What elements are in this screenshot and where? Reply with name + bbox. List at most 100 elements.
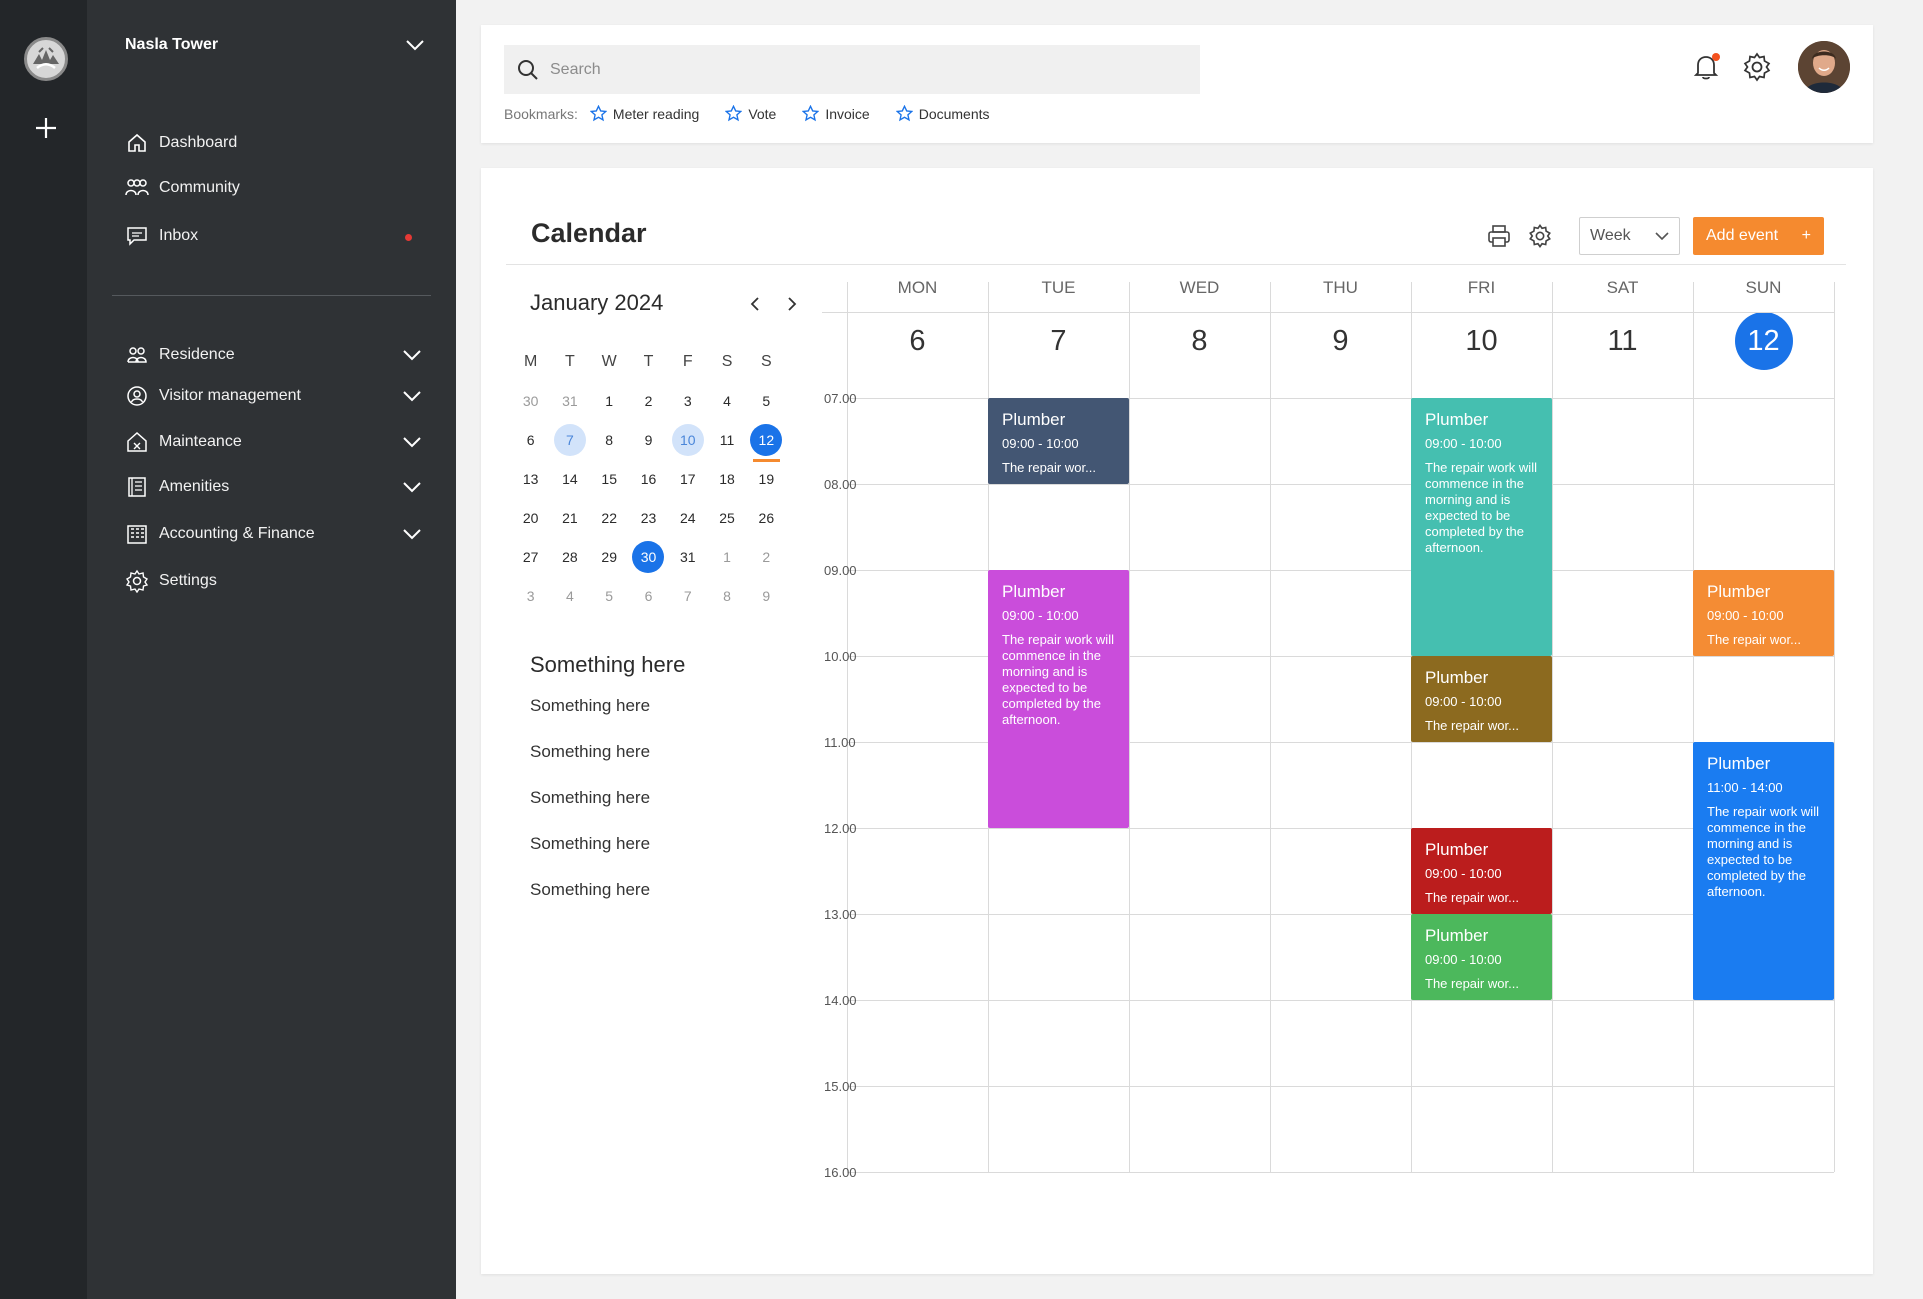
mini-calendar-day[interactable]: 3 xyxy=(511,576,550,615)
day-header[interactable]: WED 8 xyxy=(1129,258,1270,370)
mini-calendar-day[interactable]: 30 xyxy=(629,537,668,576)
print-button[interactable] xyxy=(1486,223,1512,249)
sidebar-item-accounting-finance[interactable]: Accounting & Finance xyxy=(125,519,315,549)
prev-month-button[interactable] xyxy=(741,290,769,318)
mini-calendar-day[interactable]: 25 xyxy=(707,498,746,537)
day-header[interactable]: SAT 11 xyxy=(1552,258,1693,370)
mini-calendar-day[interactable]: 28 xyxy=(550,537,589,576)
mini-calendar-day[interactable]: 31 xyxy=(550,381,589,420)
mini-calendar-day[interactable]: 5 xyxy=(590,576,629,615)
chevron-down-icon[interactable] xyxy=(400,430,424,454)
view-select[interactable]: Week xyxy=(1579,217,1680,255)
mini-calendar-day[interactable]: 24 xyxy=(668,498,707,537)
mini-calendar-day[interactable]: 18 xyxy=(707,459,746,498)
day-header[interactable]: THU 9 xyxy=(1270,258,1411,370)
mini-calendar-day[interactable]: 8 xyxy=(590,420,629,459)
sidebar-item-inbox[interactable]: Inbox xyxy=(125,221,198,251)
mini-calendar-day[interactable]: 3 xyxy=(668,381,707,420)
mini-calendar-day[interactable]: 9 xyxy=(629,420,668,459)
add-workspace-button[interactable] xyxy=(26,108,66,148)
mini-calendar-day[interactable]: 29 xyxy=(590,537,629,576)
mini-calendar-day[interactable]: 19 xyxy=(747,459,786,498)
mini-calendar-day[interactable]: 6 xyxy=(629,576,668,615)
bookmark-label: Meter reading xyxy=(612,105,700,122)
event-card[interactable]: Plumber 09:00 - 10:00 The repair wor... xyxy=(1411,656,1552,742)
mini-calendar-day[interactable]: 7 xyxy=(550,420,589,459)
sidebar-item-visitor-management[interactable]: Visitor management xyxy=(125,381,301,411)
mini-calendar-day[interactable]: 27 xyxy=(511,537,550,576)
gear-icon xyxy=(1743,52,1771,82)
mini-calendar-day[interactable]: 4 xyxy=(550,576,589,615)
mini-calendar-day[interactable]: 10 xyxy=(668,420,707,459)
sidebar-item-maintenance[interactable]: Mainteance xyxy=(125,427,242,457)
mini-calendar-week: 20 21 22 23 24 25 26 xyxy=(511,498,786,537)
event-card[interactable]: Plumber 09:00 - 10:00 The repair wor... xyxy=(988,398,1129,484)
sidebar-item-amenities[interactable]: Amenities xyxy=(125,472,229,502)
mini-calendar-day[interactable]: 4 xyxy=(707,381,746,420)
chevron-down-icon[interactable] xyxy=(400,343,424,367)
chevron-down-icon[interactable] xyxy=(400,475,424,499)
sidebar-item-dashboard[interactable]: Dashboard xyxy=(125,128,237,158)
event-card[interactable]: Plumber 09:00 - 10:00 The repair work will… xyxy=(988,570,1129,828)
mini-calendar-day[interactable]: 16 xyxy=(629,459,668,498)
star-icon xyxy=(802,105,820,122)
mini-calendar-day[interactable]: 23 xyxy=(629,498,668,537)
time-label: 09.00 xyxy=(824,563,857,578)
day-header[interactable]: SUN 12 xyxy=(1693,258,1834,370)
day-number: 2 xyxy=(762,548,771,565)
bookmark-vote[interactable]: Vote xyxy=(725,105,776,122)
org-switcher[interactable]: Nasla Tower xyxy=(125,30,425,60)
mini-calendar-day[interactable]: 26 xyxy=(747,498,786,537)
mini-calendar-day[interactable]: 22 xyxy=(590,498,629,537)
event-card[interactable]: Plumber 11:00 - 14:00 The repair work will… xyxy=(1693,742,1834,1000)
mini-calendar-day[interactable]: 13 xyxy=(511,459,550,498)
mini-calendar-day[interactable]: 14 xyxy=(550,459,589,498)
calendar-settings-button[interactable] xyxy=(1527,223,1553,249)
mini-calendar-day[interactable]: 5 xyxy=(747,381,786,420)
event-card[interactable]: Plumber 09:00 - 10:00 The repair work will… xyxy=(1411,398,1552,656)
day-number-wrap: 6 xyxy=(847,312,988,370)
user-avatar[interactable] xyxy=(1798,41,1850,93)
mini-calendar-day[interactable]: 9 xyxy=(747,576,786,615)
mini-calendar-day[interactable]: 2 xyxy=(629,381,668,420)
mini-calendar-day[interactable]: 1 xyxy=(590,381,629,420)
bookmark-documents[interactable]: Documents xyxy=(895,105,990,122)
search-input[interactable] xyxy=(550,60,1150,79)
mini-calendar-day[interactable]: 7 xyxy=(668,576,707,615)
search-box[interactable] xyxy=(504,45,1200,94)
settings-button[interactable] xyxy=(1741,51,1773,83)
mini-calendar-day[interactable]: 12 xyxy=(747,420,786,462)
day-number-wrap: 12 xyxy=(1693,312,1834,370)
mini-calendar-day[interactable]: 6 xyxy=(511,420,550,459)
bookmark-invoice[interactable]: Invoice xyxy=(802,105,870,122)
mini-calendar-day[interactable]: 8 xyxy=(707,576,746,615)
sidebar-item-settings[interactable]: Settings xyxy=(125,566,217,596)
notifications-button[interactable] xyxy=(1690,51,1722,83)
mini-calendar-day[interactable]: 15 xyxy=(590,459,629,498)
chevron-down-icon[interactable] xyxy=(400,522,424,546)
day-header[interactable]: TUE 7 xyxy=(988,258,1129,370)
add-event-button[interactable]: Add event + xyxy=(1693,217,1824,255)
mini-calendar-day[interactable]: 17 xyxy=(668,459,707,498)
mini-calendar-day[interactable]: 30 xyxy=(511,381,550,420)
event-card[interactable]: Plumber 09:00 - 10:00 The repair wor... xyxy=(1693,570,1834,656)
chevron-down-icon[interactable] xyxy=(400,384,424,408)
mini-calendar-day[interactable]: 11 xyxy=(707,420,746,459)
mini-calendar-day[interactable]: 31 xyxy=(668,537,707,576)
mini-calendar-day[interactable]: 21 xyxy=(550,498,589,537)
sidebar-item-community[interactable]: Community xyxy=(125,173,240,203)
event-card[interactable]: Plumber 09:00 - 10:00 The repair wor... xyxy=(1411,914,1552,1000)
bookmarks-label: Bookmarks: xyxy=(504,105,578,122)
mini-calendar-day[interactable]: 1 xyxy=(707,537,746,576)
mini-calendar-day[interactable]: 20 xyxy=(511,498,550,537)
sidebar-item-residence[interactable]: Residence xyxy=(125,340,235,370)
time-label: 12.00 xyxy=(824,821,857,836)
day-header[interactable]: MON 6 xyxy=(847,258,988,370)
day-header[interactable]: FRI 10 xyxy=(1411,258,1552,370)
next-month-button[interactable] xyxy=(778,290,806,318)
bookmark-meter-reading[interactable]: Meter reading xyxy=(589,105,700,122)
event-card[interactable]: Plumber 09:00 - 10:00 The repair wor... xyxy=(1411,828,1552,914)
app-logo[interactable] xyxy=(24,37,68,81)
mini-calendar-day[interactable]: 2 xyxy=(747,537,786,576)
day-number: 9 xyxy=(762,587,771,604)
